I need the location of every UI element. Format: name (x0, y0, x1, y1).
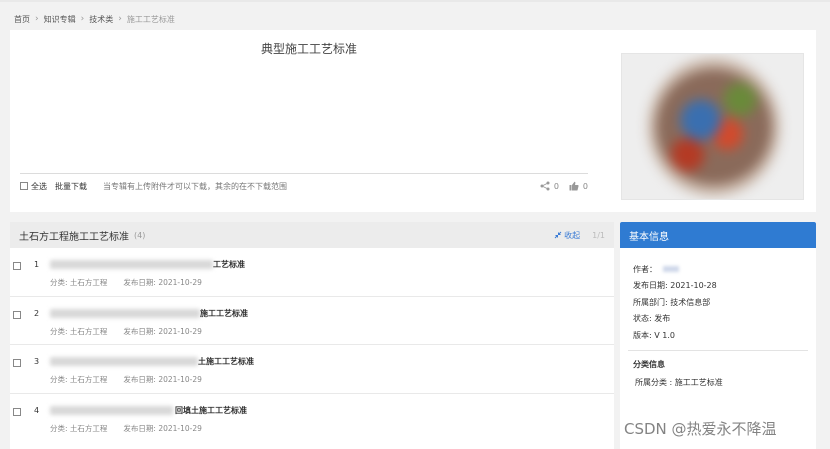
divider (20, 173, 588, 174)
item-category: 分类: 土石方工程 (50, 423, 108, 433)
basic-info-title: 基本信息 (620, 222, 816, 248)
list-item[interactable]: 3 土施工工艺标准 分类: 土石方工程 发布日期: 2021-10-29 (10, 345, 614, 394)
item-meta: 分类: 土石方工程 发布日期: 2021-10-29 (50, 326, 202, 337)
item-category: 分类: 土石方工程 (50, 375, 108, 384)
item-checkbox[interactable] (13, 407, 21, 416)
redacted-title (50, 308, 200, 318)
item-date: 发布日期: 2021-10-29 (123, 278, 202, 287)
list-item[interactable]: 2 施工工艺标准 分类: 土石方工程 发布日期: 2021-10-29 (10, 297, 614, 345)
select-all-checkbox[interactable] (20, 182, 28, 190)
item-category: 分类: 土石方工程 (50, 326, 108, 336)
watermark: CSDN @热爱永不降温 (624, 420, 777, 438)
redacted-title (50, 357, 198, 366)
like-count: 0 (582, 181, 588, 191)
pagination: 1/1 (592, 230, 605, 240)
list-count: (4) (134, 230, 146, 240)
item-date: 发布日期: 2021-10-29 (123, 326, 202, 336)
item-meta: 分类: 土石方工程 发布日期: 2021-10-29 (50, 277, 202, 288)
item-title[interactable]: 土施工工艺标准 (198, 356, 254, 367)
collapse-button[interactable]: 收起 (554, 230, 580, 241)
thumbs-up-icon[interactable] (569, 181, 579, 191)
category-info-title: 分类信息 (633, 359, 665, 369)
collapse-arrows-icon (554, 231, 562, 239)
item-meta: 分类: 土石方工程 发布日期: 2021-10-29 (50, 374, 202, 385)
album-stats: 0 0 (540, 181, 588, 191)
share-count: 0 (553, 181, 559, 191)
item-number: 1 (34, 260, 40, 269)
top-border (0, 0, 830, 2)
share-icon[interactable] (540, 181, 550, 191)
list-header: 土石方工程施工工艺标准 (4) 收起 1/1 (10, 222, 614, 248)
version: 版本: V 1.0 (633, 330, 675, 340)
chevron-right-icon: › (118, 14, 122, 24)
divider (628, 349, 808, 351)
breadcrumb-current: 施工工艺标准 (126, 14, 175, 24)
list-title: 土石方工程施工工艺标准 (19, 231, 129, 243)
chevron-right-icon: › (35, 14, 39, 24)
item-checkbox[interactable] (13, 359, 21, 367)
redacted-title (50, 260, 213, 269)
item-checkbox[interactable] (13, 262, 21, 270)
list-item[interactable]: 4 回填土施工工艺标准 分类: 土石方工程 发布日期: 2021-10-29 (10, 394, 614, 443)
list-item[interactable]: 1 工艺标准 分类: 土石方工程 发布日期: 2021-10-29 (10, 248, 614, 297)
batch-download-button[interactable]: 批量下载 (55, 181, 87, 192)
breadcrumb-tech[interactable]: 技术类 (89, 14, 113, 25)
category-value: 所属分类 : 施工工艺标准 (635, 377, 723, 387)
select-all-label[interactable]: 全选 (31, 181, 47, 192)
author-label: 作者： (633, 264, 657, 274)
item-category: 分类: 土石方工程 (50, 278, 108, 287)
album-toolbar: 全选 批量下载 当专辑有上传附件才可以下载，其余的在不下载范围 0 0 (20, 179, 588, 193)
publish-date: 发布日期: 2021-10-28 (633, 281, 717, 291)
breadcrumb-knowledge-album[interactable]: 知识专辑 (44, 14, 76, 25)
department: 所属部门: 技术信息部 (633, 297, 711, 307)
chevron-right-icon: › (80, 14, 85, 24)
document-list-card: 土石方工程施工工艺标准 (4) 收起 1/1 1 工艺标准 分类: 土石方工程发… (10, 222, 614, 449)
redacted-author (663, 266, 679, 273)
basic-info-panel: 基本信息 作者： 发布日期: 2021-10-28 所属部门: 技术信息部 状态… (620, 222, 816, 449)
item-checkbox[interactable] (13, 310, 21, 319)
redacted-title (50, 405, 173, 415)
author-row: 作者： (633, 261, 816, 278)
album-title: 典型施工工艺标准 (260, 42, 357, 56)
item-meta: 分类: 土石方工程 发布日期: 2021-10-29 (50, 423, 202, 434)
item-number: 2 (34, 308, 40, 318)
info-list: 作者： 发布日期: 2021-10-28 所属部门: 技术信息部 状态: 发布 … (620, 248, 816, 344)
breadcrumb-home[interactable]: 首页 (14, 14, 30, 25)
album-cover-image (621, 53, 804, 200)
album-header-card: 典型施工工艺标准 全选 批量下载 当专辑有上传附件才可以下载，其余的在不下载范围… (10, 30, 816, 212)
cover-collage (648, 58, 780, 196)
item-date: 发布日期: 2021-10-29 (123, 423, 202, 433)
item-title[interactable]: 工艺标准 (213, 259, 245, 270)
item-title[interactable]: 施工工艺标准 (200, 308, 248, 319)
status: 状态: 发布 (633, 314, 671, 324)
collapse-label[interactable]: 收起 (564, 230, 580, 241)
item-title[interactable]: 回填土施工工艺标准 (175, 405, 247, 416)
item-date: 发布日期: 2021-10-29 (123, 375, 202, 384)
download-hint: 当专辑有上传附件才可以下载，其余的在不下载范围 (103, 181, 287, 191)
item-number: 3 (34, 357, 40, 366)
item-number: 4 (34, 405, 40, 415)
breadcrumb: 首页 › 知识专辑 › 技术类 › 施工工艺标准 (14, 12, 175, 26)
